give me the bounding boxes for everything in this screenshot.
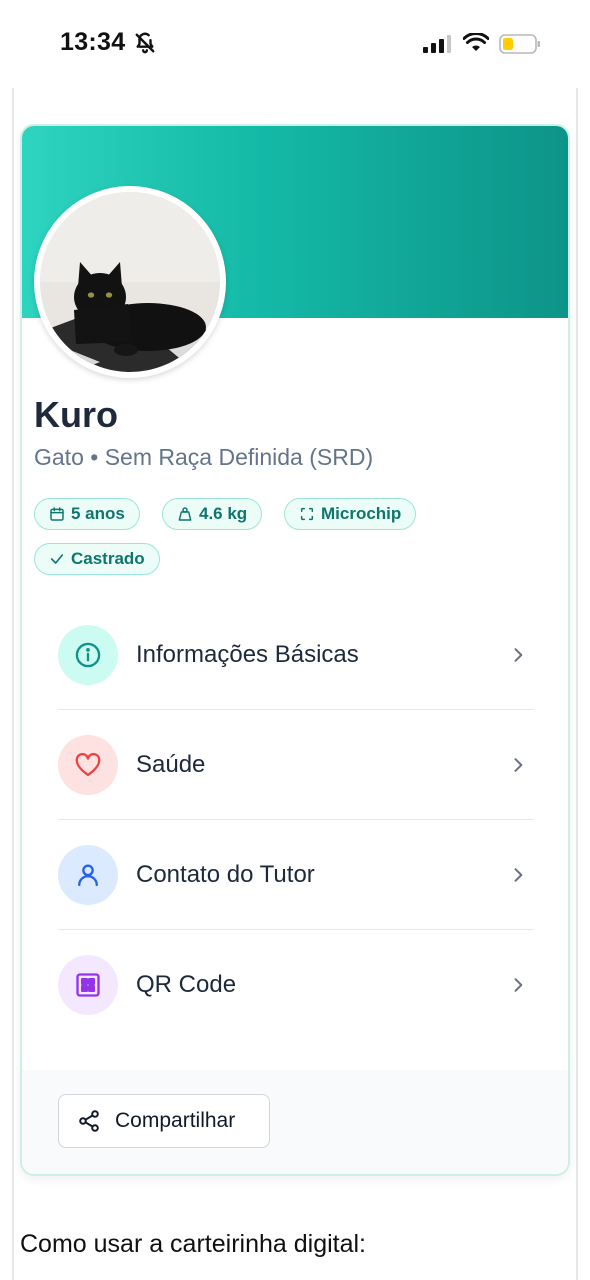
share-button-label: Compartilhar — [115, 1109, 236, 1132]
badge-age-label: 5 anos — [71, 504, 125, 523]
share-button[interactable]: Compartilhar — [58, 1094, 270, 1148]
card-footer: Compartilhar — [22, 1070, 568, 1174]
wifi-icon — [463, 33, 489, 51]
info-icon — [75, 642, 101, 667]
badge-castrado: Castrado — [34, 543, 160, 575]
battery-low-icon — [499, 34, 540, 54]
share-icon — [79, 1110, 99, 1132]
heart-icon — [75, 752, 101, 776]
menu-item-informacoes-basicas[interactable]: Informações Básicas — [58, 600, 534, 710]
calendar-icon — [50, 507, 64, 521]
menu-label: Informações Básicas — [136, 640, 359, 668]
pet-name: Kuro — [34, 394, 118, 435]
scan-icon — [300, 507, 314, 521]
menu-label: Saúde — [136, 750, 206, 778]
signal-icon — [423, 35, 451, 53]
menu-item-saude[interactable]: Saúde — [58, 710, 534, 820]
badge-castrado-label: Castrado — [71, 549, 145, 568]
badge-weight: 4.6 kg — [162, 498, 263, 530]
badge-age: 5 anos — [34, 498, 140, 530]
pet-species-breed: Gato • Sem Raça Definida (SRD) — [34, 444, 374, 470]
black-cat-photo — [40, 192, 220, 372]
chevron-right-icon — [514, 867, 523, 882]
chevron-right-icon — [514, 647, 523, 662]
menu-label: QR Code — [136, 971, 237, 998]
menu-label: Contato do Tutor — [136, 860, 315, 888]
chevron-right-icon — [514, 978, 523, 992]
menu-icon-wrap — [58, 844, 118, 905]
bell-off-icon — [135, 32, 155, 54]
menu-icon-wrap — [58, 624, 118, 685]
badge-microchip-label: Microchip — [321, 504, 402, 523]
menu-item-qr-code[interactable]: QR Code — [58, 930, 534, 1040]
menu-icon-wrap — [58, 734, 118, 795]
pet-card: Kuro Gato • Sem Raça Definida (SRD) 5 an… — [20, 124, 570, 1176]
status-bar: 13:34 — [0, 0, 590, 88]
badge-microchip: Microchip — [284, 498, 417, 530]
chevron-right-icon — [514, 757, 523, 772]
weight-icon — [178, 507, 192, 521]
status-time: 13:34 — [60, 28, 126, 56]
badge-weight-label: 4.6 kg — [199, 504, 248, 523]
howto-title: Como usar a carteirinha digital: — [20, 1230, 366, 1258]
check-icon — [50, 554, 64, 564]
menu-icon-wrap — [58, 955, 118, 1015]
menu-item-contato-do-tutor[interactable]: Contato do Tutor — [58, 820, 534, 930]
pet-avatar[interactable] — [34, 186, 226, 378]
user-icon — [78, 864, 98, 886]
qr-code-icon — [76, 973, 100, 997]
